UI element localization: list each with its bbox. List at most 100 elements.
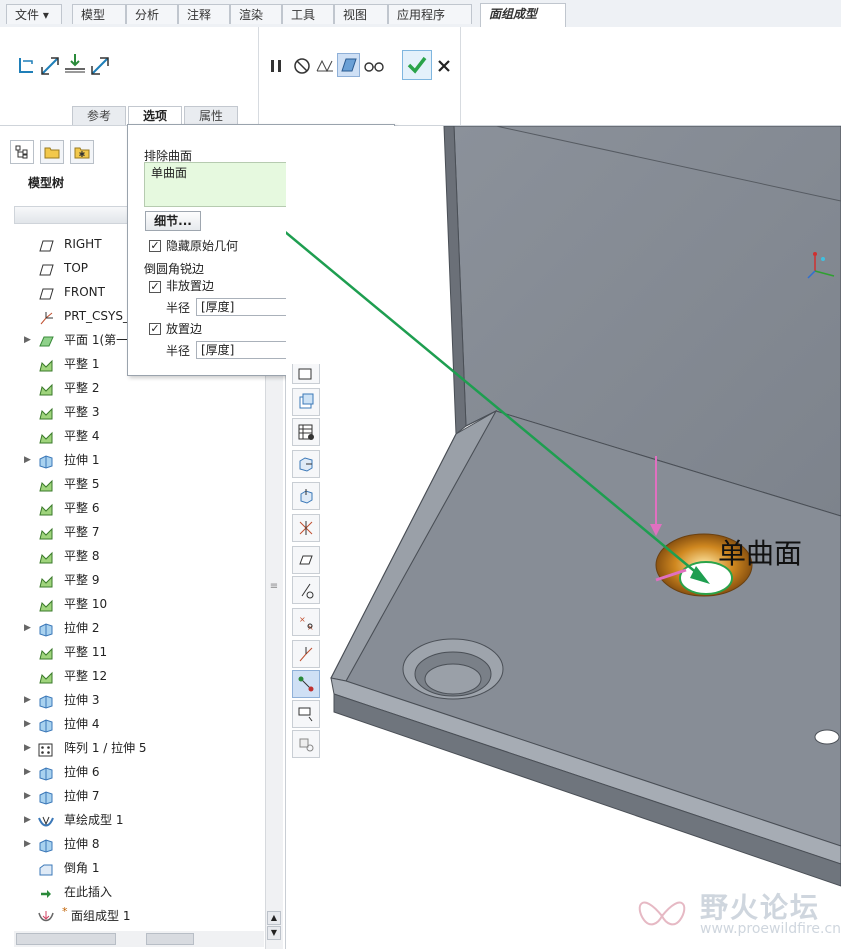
hide-original-checkbox[interactable]: ✓ xyxy=(149,240,161,252)
tree-item[interactable]: 面组成型 1 * xyxy=(0,904,265,928)
verify-preview-icon[interactable] xyxy=(337,53,360,77)
glasses-icon[interactable] xyxy=(362,54,386,78)
tab-applications[interactable]: 应用程序 xyxy=(388,4,472,24)
tree-item[interactable]: ▶ 拉伸 2 xyxy=(0,616,265,640)
quilt-reference-icon[interactable] xyxy=(14,53,38,77)
separate-preview-icon[interactable] xyxy=(314,54,336,78)
punch-die-icon[interactable] xyxy=(62,51,88,75)
flat-icon xyxy=(38,405,54,420)
exclude-surface-entry[interactable]: 单曲面 xyxy=(151,164,187,181)
tree-item-label: 草绘成型 1 xyxy=(64,813,124,827)
tree-item[interactable]: ▶ 拉伸 4 xyxy=(0,712,265,736)
tree-item[interactable]: 平整 4 xyxy=(0,424,265,448)
subtab-options[interactable]: 选项 xyxy=(128,106,182,125)
named-view-icon[interactable] xyxy=(292,364,320,384)
tree-item[interactable]: ▶ 拉伸 1 xyxy=(0,448,265,472)
tree-item[interactable]: 在此插入 xyxy=(0,880,265,904)
tab-tools[interactable]: 工具 xyxy=(282,4,334,24)
tab-annotate[interactable]: 注释 xyxy=(178,4,230,24)
tree-item[interactable]: ▶ 草绘成型 1 xyxy=(0,808,265,832)
tree-item[interactable]: 平整 7 xyxy=(0,520,265,544)
saved-views-icon[interactable] xyxy=(292,388,320,416)
tree-item-label: 平整 6 xyxy=(64,501,100,515)
tree-item-label: FRONT xyxy=(64,285,105,299)
tree-item[interactable]: ▶ 拉伸 8 xyxy=(0,832,265,856)
expand-arrow-icon[interactable]: ▶ xyxy=(24,616,32,640)
plane-display-icon[interactable] xyxy=(292,546,320,574)
tree-item[interactable]: ▶ 拉伸 6 xyxy=(0,760,265,784)
tree-item[interactable]: 平整 8 xyxy=(0,544,265,568)
cube-section-icon[interactable] xyxy=(292,450,320,478)
scroll-up-icon[interactable]: ▲ xyxy=(267,911,281,925)
tab-analysis[interactable]: 分析 xyxy=(126,4,178,24)
direction-flip-icon[interactable] xyxy=(38,53,62,77)
tree-item[interactable]: 平整 9 xyxy=(0,568,265,592)
expand-arrow-icon[interactable]: ▶ xyxy=(24,712,32,736)
tree-item[interactable]: 平整 3 xyxy=(0,400,265,424)
tree-item-label: 平整 12 xyxy=(64,669,108,683)
subtab-properties[interactable]: 属性 xyxy=(184,106,238,125)
file-menu[interactable]: 文件 ▾ xyxy=(6,4,62,24)
tree-item[interactable]: 倒角 1 xyxy=(0,856,265,880)
graphics-window[interactable]: 单曲面 野火论坛 www.proewildfire.cn xyxy=(286,126,841,949)
tree-item-label: 平整 9 xyxy=(64,573,100,587)
placement-edge-checkbox[interactable]: ✓ xyxy=(149,323,161,335)
tree-horizontal-scrollbar[interactable] xyxy=(14,931,264,947)
horizontal-scroll-thumb[interactable] xyxy=(16,933,116,945)
tab-view[interactable]: 视图 xyxy=(334,4,388,24)
details-button[interactable]: 细节... xyxy=(145,211,201,231)
cancel-button[interactable] xyxy=(432,54,456,78)
tree-item-label: 平整 2 xyxy=(64,381,100,395)
splitter-grip-icon[interactable]: ≡ xyxy=(269,581,279,595)
tree-item[interactable]: 平整 11 xyxy=(0,640,265,664)
tree-item[interactable]: ▶ 阵列 1 / 拉伸 5 xyxy=(0,736,265,760)
expand-arrow-icon[interactable]: ▶ xyxy=(24,736,32,760)
ribbon: 参考 选项 属性 xyxy=(0,27,841,126)
tab-render[interactable]: 渲染 xyxy=(230,4,282,24)
expand-arrow-icon[interactable]: ▶ xyxy=(24,328,32,352)
tree-item[interactable]: 平整 12 xyxy=(0,664,265,688)
close-icon xyxy=(438,60,450,72)
quilt-form-icon xyxy=(38,909,54,923)
insert-icon xyxy=(38,885,54,899)
csys-display-icon[interactable] xyxy=(292,640,320,668)
tree-item[interactable]: 平整 2 xyxy=(0,376,265,400)
expand-arrow-icon[interactable]: ▶ xyxy=(24,448,32,472)
pause-icon[interactable] xyxy=(266,54,286,78)
tree-item[interactable]: ▶ 拉伸 3 xyxy=(0,688,265,712)
tree-item-label: 平整 3 xyxy=(64,405,100,419)
csys-point-icon[interactable]: × × xyxy=(292,608,320,636)
tree-item-label: 平整 4 xyxy=(64,429,100,443)
expand-arrow-icon[interactable]: ▶ xyxy=(24,688,32,712)
tab-favorites[interactable]: ✱ xyxy=(70,140,94,164)
model-display-icon[interactable] xyxy=(292,730,320,758)
expand-arrow-icon[interactable]: ▶ xyxy=(24,808,32,832)
tree-item[interactable]: 平整 5 xyxy=(0,472,265,496)
tree-item[interactable]: 平整 10 xyxy=(0,592,265,616)
tree-item[interactable]: ▶ 拉伸 7 xyxy=(0,784,265,808)
flat-icon xyxy=(38,573,54,588)
point-display-icon[interactable] xyxy=(292,514,320,542)
non-placement-edge-checkbox[interactable]: ✓ xyxy=(149,281,161,293)
scroll-down-icon[interactable]: ▼ xyxy=(267,926,281,940)
horizontal-scroll-thumb-2[interactable] xyxy=(146,933,194,945)
flip-material-icon[interactable] xyxy=(88,53,112,77)
axis-display-icon[interactable] xyxy=(292,576,320,604)
layer-table-icon[interactable] xyxy=(292,418,320,446)
expand-arrow-icon[interactable]: ▶ xyxy=(24,832,32,856)
svg-text:×: × xyxy=(299,615,306,624)
expand-arrow-icon[interactable]: ▶ xyxy=(24,760,32,784)
subtab-references[interactable]: 参考 xyxy=(72,106,126,125)
tab-model[interactable]: 模型 xyxy=(72,4,126,24)
tree-item-label: 拉伸 7 xyxy=(64,789,100,803)
tab-quilt-form[interactable]: 面组成型 xyxy=(480,3,566,27)
annotation-display-icon[interactable] xyxy=(292,670,320,698)
confirm-button[interactable] xyxy=(402,50,432,80)
expand-arrow-icon[interactable]: ▶ xyxy=(24,784,32,808)
spin-center-icon[interactable] xyxy=(292,700,320,728)
tab-model-tree[interactable] xyxy=(10,140,34,164)
perspective-icon[interactable] xyxy=(292,482,320,510)
tab-folder-browser[interactable] xyxy=(40,140,64,164)
no-preview-icon[interactable] xyxy=(292,54,312,78)
tree-item[interactable]: 平整 6 xyxy=(0,496,265,520)
